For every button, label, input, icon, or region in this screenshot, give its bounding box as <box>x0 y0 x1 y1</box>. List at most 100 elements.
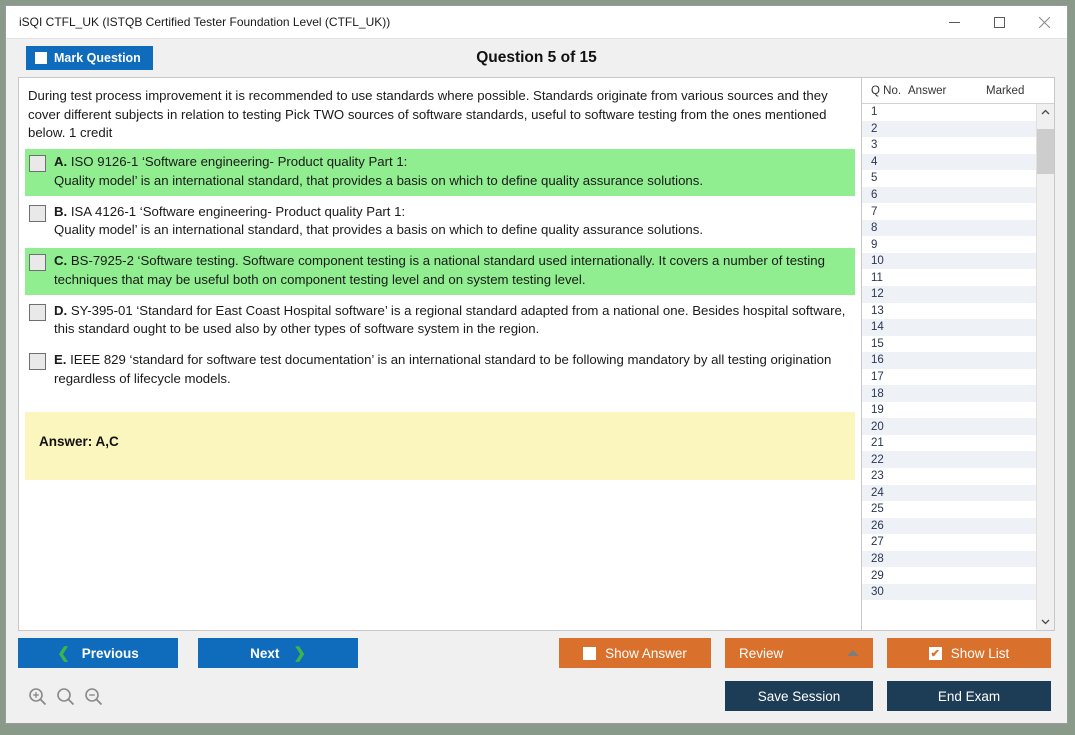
maximize-icon <box>994 16 1005 28</box>
cell-no: 27 <box>871 536 884 549</box>
table-row[interactable]: 1 <box>862 104 1036 121</box>
table-row[interactable]: 25 <box>862 501 1036 518</box>
table-row[interactable]: 11 <box>862 269 1036 286</box>
question-pane: During test process improvement it is re… <box>18 77 861 631</box>
table-row[interactable]: 19 <box>862 402 1036 419</box>
option-checkbox[interactable] <box>29 303 46 321</box>
table-row[interactable]: 7 <box>862 203 1036 220</box>
option-letter: C. <box>54 253 68 269</box>
zoom-reset-icon[interactable] <box>56 687 75 711</box>
table-row[interactable]: 10 <box>862 252 1036 270</box>
page-title: Question 5 of 15 <box>476 49 597 66</box>
close-icon <box>1039 16 1050 28</box>
option-checkbox[interactable] <box>29 155 46 173</box>
table-row[interactable]: 18 <box>862 385 1036 402</box>
option-text: A. ISO 9126-1 ‘Software engineering- Pro… <box>54 154 704 188</box>
mark-question-button[interactable]: Mark Question <box>26 46 153 70</box>
cell-no: 16 <box>871 354 884 367</box>
question-list-scrollbar[interactable] <box>1036 104 1054 630</box>
option-letter: A. <box>54 154 68 170</box>
cell-no: 2 <box>871 122 878 135</box>
table-row[interactable]: 8 <box>862 219 1036 237</box>
table-row[interactable]: 9 <box>862 236 1036 253</box>
cell-no: 19 <box>871 404 884 417</box>
table-row[interactable]: 21 <box>862 435 1036 452</box>
option-letter: B. <box>54 203 68 219</box>
review-dropdown[interactable]: Review <box>725 638 873 668</box>
scrollbar-track[interactable] <box>1037 121 1054 613</box>
header-strip: Mark Question Question 5 of 15 <box>6 39 1067 77</box>
table-row[interactable]: 13 <box>862 303 1036 320</box>
table-row[interactable]: 28 <box>862 550 1036 568</box>
previous-button[interactable]: ❮ Previous <box>18 638 178 668</box>
cell-no: 11 <box>871 271 883 284</box>
table-row[interactable]: 15 <box>862 336 1036 353</box>
minimize-button[interactable] <box>932 6 977 38</box>
save-session-button[interactable]: Save Session <box>725 681 873 711</box>
option-text: D. SY-395-01 ‘Standard for East Coast Ho… <box>54 302 846 337</box>
cell-no: 7 <box>871 205 878 218</box>
scroll-down-arrow-icon[interactable] <box>1037 613 1054 630</box>
app-root: iSQI CTFL_UK (ISTQB Certified Tester Fou… <box>0 0 1075 735</box>
cell-no: 21 <box>871 437 884 450</box>
next-button[interactable]: Next ❯ <box>198 638 358 668</box>
zoom-out-icon[interactable] <box>84 687 103 711</box>
table-row[interactable]: 4 <box>862 153 1036 171</box>
cell-no: 22 <box>871 453 884 466</box>
table-row[interactable]: 17 <box>862 369 1036 386</box>
show-list-label: Show List <box>950 645 1010 661</box>
option-checkbox[interactable] <box>29 254 46 272</box>
cell-no: 1 <box>871 106 878 119</box>
table-row[interactable]: 12 <box>862 286 1036 303</box>
main-body: During test process improvement it is re… <box>6 77 1067 631</box>
table-row[interactable]: 14 <box>862 319 1036 336</box>
show-answer-button[interactable]: Show Answer <box>559 638 711 668</box>
table-row[interactable]: 22 <box>862 451 1036 469</box>
cell-no: 9 <box>871 238 878 251</box>
column-header-answer: Answer <box>908 84 947 97</box>
cell-no: 25 <box>871 503 884 516</box>
mark-question-checkbox-icon <box>35 52 47 64</box>
table-row[interactable]: 3 <box>862 137 1036 154</box>
previous-label: Previous <box>81 645 139 661</box>
maximize-button[interactable] <box>977 6 1022 38</box>
table-row[interactable]: 6 <box>862 186 1036 204</box>
scroll-up-arrow-icon[interactable] <box>1037 104 1054 121</box>
option-row[interactable]: E. IEEE 829 ‘standard for software test … <box>25 347 855 393</box>
table-row[interactable]: 20 <box>862 418 1036 435</box>
question-text: During test process improvement it is re… <box>28 88 828 141</box>
option-row[interactable]: A. ISO 9126-1 ‘Software engineering- Pro… <box>25 149 855 196</box>
cell-no: 23 <box>871 470 884 483</box>
table-row[interactable]: 16 <box>862 352 1036 369</box>
end-exam-button[interactable]: End Exam <box>887 681 1051 711</box>
option-text: E. IEEE 829 ‘standard for software test … <box>54 352 832 386</box>
column-header-marked: Marked <box>986 84 1025 97</box>
table-row[interactable]: 29 <box>862 567 1036 584</box>
option-checkbox[interactable] <box>29 353 46 371</box>
exam-window: iSQI CTFL_UK (ISTQB Certified Tester Fou… <box>5 5 1068 724</box>
table-row[interactable]: 2 <box>862 120 1036 138</box>
table-row[interactable]: 24 <box>862 484 1036 502</box>
option-checkbox[interactable] <box>29 204 46 222</box>
zoom-in-icon[interactable] <box>28 687 47 711</box>
option-letter: E. <box>54 352 67 368</box>
chevron-left-icon: ❮ <box>57 645 70 662</box>
table-row[interactable]: 30 <box>862 583 1036 601</box>
option-row[interactable]: D. SY-395-01 ‘Standard for East Coast Ho… <box>25 298 855 344</box>
show-list-button[interactable]: ✔ Show List <box>887 638 1051 668</box>
option-row[interactable]: B. ISA 4126-1 ‘Software engineering- Pro… <box>25 199 855 245</box>
table-row[interactable]: 23 <box>862 468 1036 485</box>
table-row[interactable]: 27 <box>862 534 1036 551</box>
option-row[interactable]: C. BS-7925-2 ‘Software testing. Software… <box>25 248 855 295</box>
options-list: A. ISO 9126-1 ‘Software engineering- Pro… <box>19 143 861 393</box>
cell-no: 5 <box>871 172 878 185</box>
close-button[interactable] <box>1022 6 1067 38</box>
cell-no: 20 <box>871 420 884 433</box>
zoom-controls <box>28 687 103 711</box>
cell-no: 29 <box>871 569 884 582</box>
option-text: C. BS-7925-2 ‘Software testing. Software… <box>54 253 825 287</box>
table-row[interactable]: 26 <box>862 517 1036 535</box>
table-row[interactable]: 5 <box>862 170 1036 187</box>
question-list-body: 1 2 3 4 5 6 7 8 9 10 11 12 13 14 15 16 17 18 19 20 21 22 23 24 2… <box>862 104 1054 630</box>
scrollbar-thumb[interactable] <box>1037 129 1054 174</box>
